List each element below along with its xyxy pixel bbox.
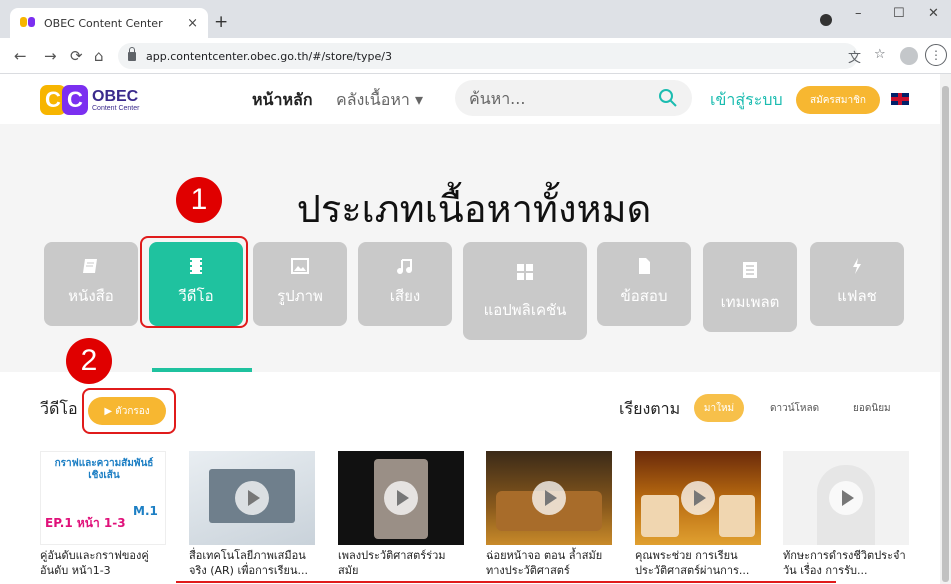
logo-letter-c2: C	[62, 85, 88, 115]
annotation-step-2: 2	[66, 338, 112, 384]
category-label: เทมเพลต	[720, 293, 780, 311]
category-label: เสียง	[389, 287, 421, 305]
reload-icon[interactable]: ⟳	[70, 47, 83, 65]
profile-indicator-icon[interactable]	[820, 14, 832, 26]
video-thumbnail[interactable]	[338, 451, 464, 545]
video-title[interactable]: คุณพระช่วย การเรียนประวัติศาสตร์ผ่านการ.…	[635, 549, 761, 579]
video-title[interactable]: สื่อเทคโนโลยีภาพเสมือนจริง (AR) เพื่อการ…	[189, 549, 315, 579]
favicon-icon	[20, 17, 36, 29]
maximize-button[interactable]: ☐	[893, 6, 905, 21]
video-thumbnail[interactable]	[783, 451, 909, 545]
home-icon[interactable]: ⌂	[94, 47, 104, 65]
sort-download-button[interactable]: ดาวน์โหลด	[770, 401, 819, 416]
category-label: รูปภาพ	[277, 287, 323, 305]
browser-tab-bar: OBEC Content Center × + – ☐ ✕	[0, 0, 951, 38]
browser-tab[interactable]: OBEC Content Center ×	[10, 8, 208, 38]
video-card[interactable]: ฉ่อยหน้าจอ ตอน ล้ำสมัยทางประวัติศาสตร์	[486, 451, 612, 579]
apps-icon	[517, 264, 533, 280]
annotation-highlight-video	[140, 236, 248, 328]
sort-popular-button[interactable]: ยอดนิยม	[853, 401, 891, 416]
play-icon	[829, 481, 863, 515]
category-label: ข้อสอบ	[620, 287, 668, 305]
url-field[interactable]: app.contentcenter.obec.go.th/#/store/typ…	[118, 43, 858, 69]
minimize-button[interactable]: –	[855, 6, 862, 21]
url-text: app.contentcenter.obec.go.th/#/store/typ…	[146, 49, 392, 63]
new-tab-button[interactable]: +	[214, 12, 228, 32]
sort-newest-button[interactable]: มาใหม่	[694, 394, 744, 422]
uk-flag-icon[interactable]	[891, 93, 909, 105]
template-icon	[743, 262, 757, 278]
video-card[interactable]: คุณพระช่วย การเรียนประวัติศาสตร์ผ่านการ.…	[635, 451, 761, 579]
video-thumbnail[interactable]	[189, 451, 315, 545]
thumb-episode: EP.1 หน้า 1-3	[45, 516, 126, 530]
video-thumbnail[interactable]	[486, 451, 612, 545]
category-exam[interactable]: ข้อสอบ	[597, 242, 691, 326]
login-link[interactable]: เข้าสู่ระบบ	[710, 88, 783, 113]
filter-button[interactable]: ▶ ตัวกรอง	[88, 397, 166, 425]
category-audio[interactable]: เสียง	[358, 242, 452, 326]
category-template[interactable]: เทมเพลต	[703, 242, 797, 332]
logo-subtitle: Content Center	[92, 104, 140, 112]
sort-label: เรียงตาม	[619, 399, 681, 418]
video-thumbnail[interactable]	[635, 451, 761, 545]
forward-icon[interactable]: →	[44, 47, 57, 65]
video-title[interactable]: ทักษะการดำรงชีวิตประจำวัน เรื่อง การรับ.…	[783, 549, 909, 579]
file-icon	[639, 258, 650, 274]
video-card[interactable]: สื่อเทคโนโลยีภาพเสมือนจริง (AR) เพื่อการ…	[189, 451, 315, 579]
category-book[interactable]: หนังสือ	[44, 242, 138, 326]
nav-library-dropdown[interactable]: คลังเนื้อหา ▾	[336, 88, 423, 113]
category-application[interactable]: แอปพลิเคชัน	[463, 242, 587, 340]
page-title: ประเภทเนื้อหาทั้งหมด	[296, 187, 652, 231]
video-card[interactable]: กราฟและความสัมพันธ์เชิงเส้น EP.1 หน้า 1-…	[40, 451, 166, 579]
address-bar: ← → ⟳ ⌂ app.contentcenter.obec.go.th/#/s…	[0, 38, 951, 74]
thumb-heading: กราฟและความสัมพันธ์เชิงเส้น	[54, 458, 154, 481]
video-card[interactable]: เพลงประวัติศาสตร์ร่วมสมัย	[338, 451, 464, 579]
search-input[interactable]	[455, 80, 635, 116]
nav-home-link[interactable]: หน้าหลัก	[252, 88, 313, 113]
category-label: หนังสือ	[68, 287, 114, 305]
search-box	[455, 80, 692, 116]
book-icon	[83, 259, 97, 273]
video-card[interactable]: ทักษะการดำรงชีวิตประจำวัน เรื่อง การรับ.…	[783, 451, 909, 579]
category-image[interactable]: รูปภาพ	[253, 242, 347, 326]
category-label: แฟลช	[837, 287, 877, 305]
annotation-underline	[176, 581, 836, 583]
play-icon	[532, 481, 566, 515]
thumb-level: M.1	[133, 504, 158, 518]
site-header: C C OBEC Content Center หน้าหลัก คลังเนื…	[0, 74, 940, 124]
annotation-step-1: 1	[176, 177, 222, 223]
profile-avatar-icon[interactable]	[900, 47, 918, 65]
video-title[interactable]: คู่อันดับและกราฟของคู่อันดับ หน้า1-3	[40, 549, 166, 579]
category-flash[interactable]: แฟลช	[810, 242, 904, 326]
logo-name: OBEC	[92, 87, 139, 105]
back-icon[interactable]: ←	[14, 47, 27, 65]
search-icon[interactable]	[658, 88, 678, 108]
register-button[interactable]: สมัครสมาชิก	[796, 86, 880, 114]
logo-text: OBEC Content Center	[92, 87, 140, 112]
bookmark-star-icon[interactable]: ☆	[874, 47, 886, 62]
video-title[interactable]: เพลงประวัติศาสตร์ร่วมสมัย	[338, 549, 464, 579]
browser-menu-icon[interactable]: ⋮	[925, 44, 947, 66]
music-icon	[397, 259, 412, 274]
image-icon	[291, 258, 309, 274]
scrollbar-thumb[interactable]	[942, 86, 949, 582]
active-category-underline	[152, 368, 252, 372]
play-icon	[681, 481, 715, 515]
play-icon	[384, 481, 418, 515]
tab-close-icon[interactable]: ×	[187, 16, 198, 31]
play-icon	[235, 481, 269, 515]
translate-icon[interactable]: 文	[848, 47, 861, 66]
section-title: วีดีโอ	[40, 399, 78, 418]
tab-title: OBEC Content Center	[44, 16, 163, 30]
category-label: แอปพลิเคชัน	[483, 301, 567, 319]
video-thumbnail[interactable]: กราฟและความสัมพันธ์เชิงเส้น EP.1 หน้า 1-…	[40, 451, 166, 545]
video-title[interactable]: ฉ่อยหน้าจอ ตอน ล้ำสมัยทางประวัติศาสตร์	[486, 549, 612, 579]
close-window-button[interactable]: ✕	[928, 6, 939, 21]
obec-logo[interactable]: C C OBEC Content Center	[40, 82, 139, 118]
flash-icon	[853, 258, 861, 274]
lock-icon	[128, 46, 136, 61]
